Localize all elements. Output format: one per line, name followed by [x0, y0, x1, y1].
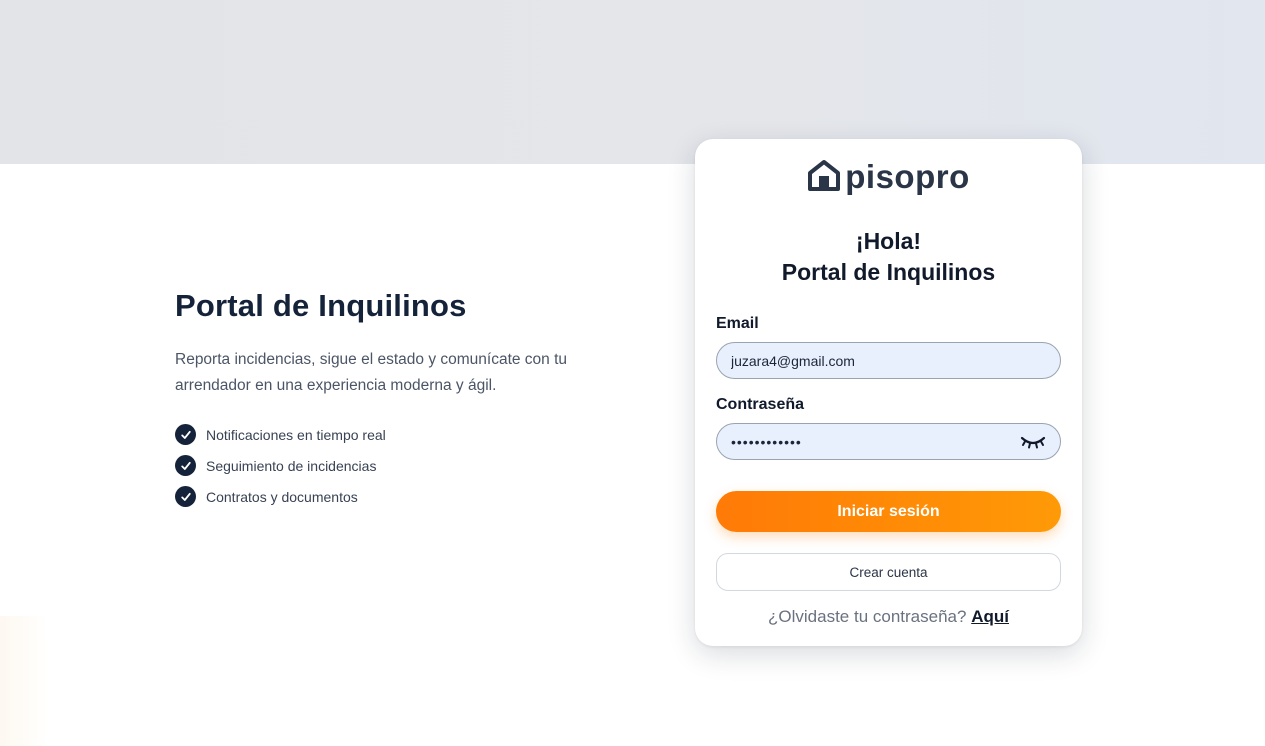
logo: pisopro: [716, 159, 1061, 195]
password-label: Contraseña: [716, 396, 805, 413]
check-icon: [175, 455, 196, 476]
logo-text: pisopro: [845, 158, 970, 195]
create-account-button[interactable]: Crear cuenta: [716, 553, 1061, 591]
hero-section: Portal de Inquilinos Reporta incidencias…: [175, 287, 615, 512]
card-greeting: ¡Hola!: [855, 228, 922, 254]
header-background: [0, 0, 1265, 164]
hero-title: Portal de Inquilinos: [175, 288, 467, 323]
feature-item: Contratos y documentos: [175, 481, 615, 512]
forgot-password-link[interactable]: Aquí: [971, 607, 1009, 626]
email-field-wrapper: [716, 342, 1061, 379]
feature-item: Notificaciones en tiempo real: [175, 419, 615, 450]
house-icon: [807, 159, 841, 196]
email-input[interactable]: [731, 352, 1046, 369]
eye-closed-icon[interactable]: [1020, 433, 1046, 451]
forgot-password-text: ¿Olvidaste tu contraseña?: [768, 607, 967, 626]
password-input[interactable]: [731, 433, 1046, 450]
feature-label: Seguimiento de incidencias: [206, 457, 377, 474]
forgot-password: ¿Olvidaste tu contraseña? Aquí: [716, 607, 1061, 627]
check-icon: [175, 424, 196, 445]
feature-list: Notificaciones en tiempo real Seguimient…: [175, 419, 615, 512]
password-field-wrapper: [716, 423, 1061, 460]
check-icon: [175, 486, 196, 507]
feature-item: Seguimiento de incidencias: [175, 450, 615, 481]
login-button[interactable]: Iniciar sesión: [716, 491, 1061, 532]
email-label: Email: [716, 315, 759, 332]
corner-decoration: [0, 616, 48, 746]
card-title: Portal de Inquilinos: [781, 259, 996, 285]
login-card: pisopro ¡Hola! Portal de Inquilinos Emai…: [695, 139, 1082, 646]
feature-label: Contratos y documentos: [206, 488, 358, 505]
feature-label: Notificaciones en tiempo real: [206, 426, 386, 443]
hero-description: Reporta incidencias, sigue el estado y c…: [175, 351, 568, 394]
